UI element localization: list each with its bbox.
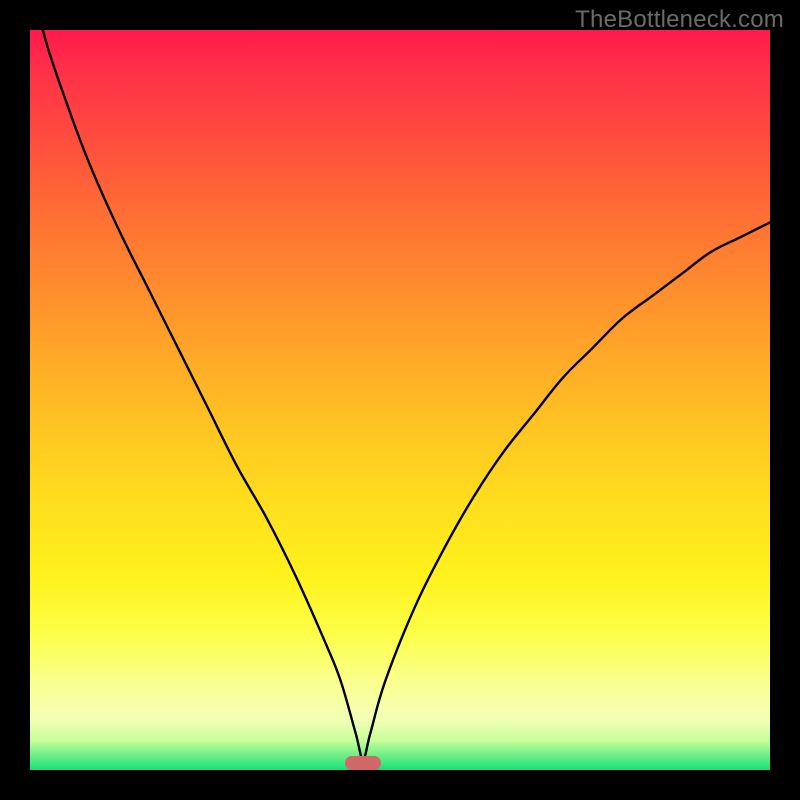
minimum-marker <box>345 756 381 770</box>
curve-path <box>30 30 770 759</box>
curve-svg <box>30 30 770 770</box>
plot-area <box>30 30 770 770</box>
chart-frame: TheBottleneck.com <box>0 0 800 800</box>
watermark-text: TheBottleneck.com <box>575 6 784 34</box>
